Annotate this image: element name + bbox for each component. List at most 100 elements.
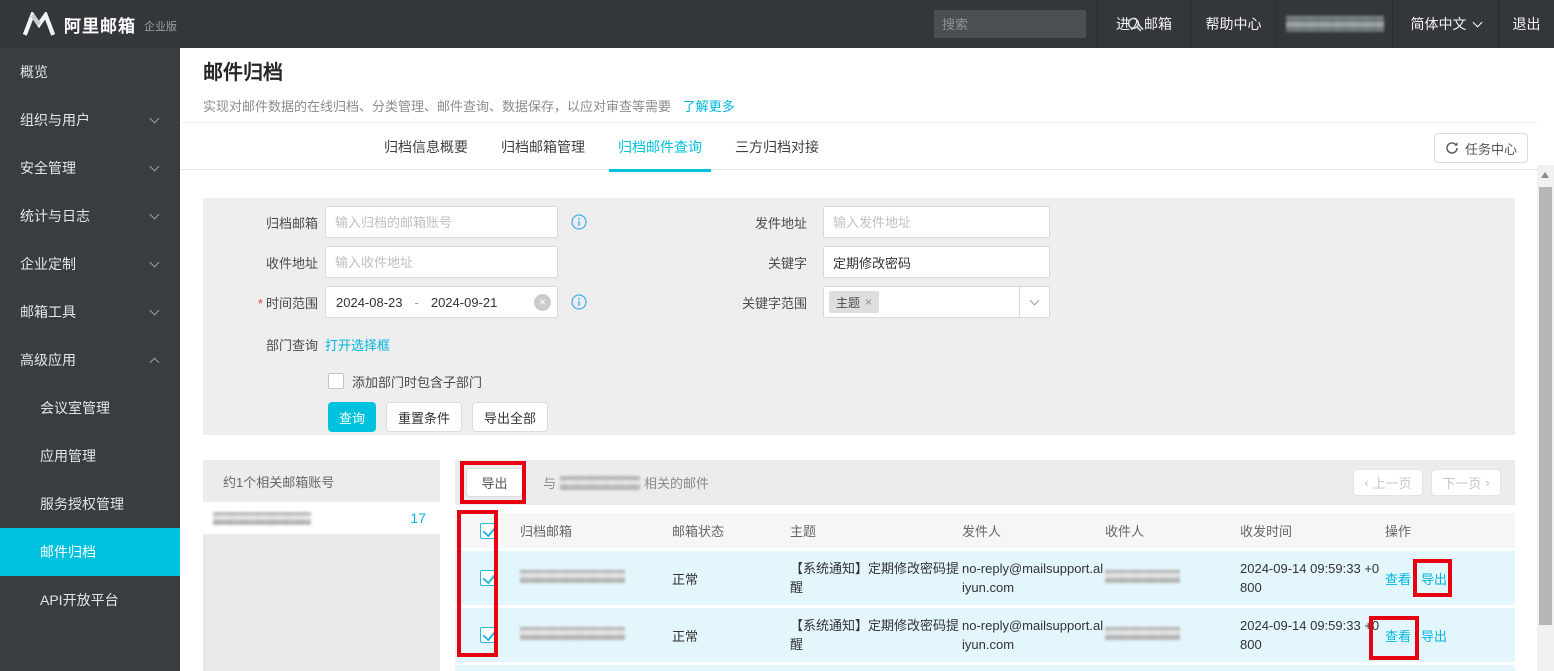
view-link[interactable]: 查看: [1385, 626, 1411, 645]
sidebar-item-service-auth[interactable]: 服务授权管理: [0, 480, 180, 528]
prev-page-button[interactable]: ‹上一页: [1353, 469, 1423, 496]
scrollbar-thumb[interactable]: [1539, 187, 1552, 625]
topbar-search: [934, 10, 1086, 38]
time-separator: -: [415, 295, 419, 310]
include-sub-dept-checkbox[interactable]: [328, 373, 344, 389]
export-link[interactable]: 导出: [1421, 626, 1447, 645]
brand-m-icon: [22, 12, 56, 37]
sidebar-item-security[interactable]: 安全管理: [0, 144, 180, 192]
sidebar-item-meeting-room[interactable]: 会议室管理: [0, 384, 180, 432]
chevron-down-icon: [150, 162, 160, 172]
tabbar: 归档信息概要 归档邮箱管理 归档邮件查询 三方归档对接: [180, 122, 1537, 170]
chevron-up-icon: [150, 357, 160, 367]
language-selector[interactable]: 简体中文: [1392, 0, 1498, 48]
page-description: 实现对邮件数据的在线归档、分类管理、邮件查询、数据保存，以应对审查等需要 了解更…: [203, 96, 735, 115]
chevron-down-icon: [150, 210, 160, 220]
sender-address-input[interactable]: [823, 206, 1050, 238]
sidebar-item-mail-archive[interactable]: 邮件归档: [0, 528, 180, 576]
redacted-account-email: [213, 512, 311, 525]
sidebar-item-app-management[interactable]: 应用管理: [0, 432, 180, 480]
redacted-account-name: [1286, 16, 1384, 32]
select-all-checkbox[interactable]: [480, 523, 496, 539]
sidebar-item-enterprise-custom[interactable]: 企业定制: [0, 240, 180, 288]
export-all-button[interactable]: 导出全部: [472, 402, 548, 432]
mail-archive-admin-page: 阿里邮箱 企业版 进入邮箱 帮助中心 简体中文 退出 概览 组织与用户 安全管理…: [0, 0, 1554, 671]
keyword-input[interactable]: [823, 246, 1050, 278]
redacted-mailbox: [520, 570, 625, 583]
enter-mailbox-button[interactable]: 进入邮箱: [1097, 0, 1190, 48]
tab-archive-info-summary[interactable]: 归档信息概要: [375, 123, 477, 171]
sidebar-item-overview[interactable]: 概览: [0, 48, 180, 96]
required-marker: *: [258, 296, 263, 311]
chevron-down-icon: [1030, 296, 1040, 306]
archive-mailbox-label: 归档邮箱: [203, 213, 318, 232]
table-row-partial: [455, 665, 1515, 671]
brand: 阿里邮箱 企业版: [22, 0, 177, 48]
task-center-button[interactable]: 任务中心: [1434, 133, 1528, 163]
learn-more-link[interactable]: 了解更多: [683, 99, 735, 114]
export-link[interactable]: 导出: [1421, 569, 1447, 588]
row-checkbox[interactable]: [480, 627, 496, 643]
logout-button[interactable]: 退出: [1498, 0, 1554, 48]
chevron-down-icon: [150, 258, 160, 268]
mail-subject: 【系统通知】定期修改密码提醒: [790, 561, 959, 595]
time-range-label: *时间范围: [203, 293, 318, 312]
recipient-address-input[interactable]: [325, 246, 558, 278]
reset-button[interactable]: 重置条件: [386, 402, 462, 432]
topbar-nav: 进入邮箱 帮助中心 简体中文 退出: [1097, 0, 1554, 48]
account-name-redacted[interactable]: [1276, 0, 1392, 48]
sidebar-item-advanced-apps[interactable]: 高级应用: [0, 336, 180, 384]
include-sub-dept-label: 添加部门时包含子部门: [352, 372, 482, 391]
keyword-scope-label: 关键字范围: [587, 293, 807, 312]
page-description-text: 实现对邮件数据的在线归档、分类管理、邮件查询、数据保存，以应对审查等需要: [203, 99, 671, 114]
sidebar-item-mailbox-tools[interactable]: 邮箱工具: [0, 288, 180, 336]
sidebar-item-stats-logs[interactable]: 统计与日志: [0, 192, 180, 240]
open-selector-link[interactable]: 打开选择框: [325, 335, 390, 354]
vertical-scrollbar[interactable]: [1537, 165, 1554, 671]
row-checkbox[interactable]: [480, 570, 496, 586]
account-list-background: [203, 534, 440, 671]
info-icon[interactable]: [571, 214, 587, 230]
scrollbar-up-arrow-icon[interactable]: [1541, 172, 1549, 178]
view-link[interactable]: 查看: [1385, 569, 1411, 588]
mail-subject: 【系统通知】定期修改密码提醒: [790, 618, 959, 652]
chevron-down-icon: [1472, 18, 1482, 28]
filter-panel: 归档邮箱 发件地址 收件地址 关键字 *时间范围 2024-08-23 - 20…: [203, 198, 1515, 435]
col-header-mailbox: 归档邮箱: [520, 521, 672, 540]
col-header-time: 收发时间: [1240, 521, 1385, 540]
keyword-scope-select[interactable]: 主题 ×: [823, 286, 1050, 318]
mail-time: 2024-09-14 09:59:33 +0800: [1240, 561, 1379, 595]
sidebar-item-api-platform[interactable]: API开放平台: [0, 576, 180, 624]
account-list-item[interactable]: 17: [203, 502, 440, 534]
redacted-account-email: [560, 476, 640, 490]
sidebar-item-org-users[interactable]: 组织与用户: [0, 96, 180, 144]
help-center-button[interactable]: 帮助中心: [1190, 0, 1276, 48]
table-header-row: 归档邮箱 邮箱状态 主题 发件人 收件人 收发时间 操作: [455, 513, 1515, 548]
col-header-status: 邮箱状态: [672, 521, 790, 540]
department-query-label: 部门查询: [203, 335, 318, 354]
clear-date-icon[interactable]: ×: [534, 294, 551, 311]
mail-time: 2024-09-14 09:59:33 +0800: [1240, 618, 1379, 652]
tab-third-party-archive[interactable]: 三方归档对接: [726, 123, 828, 171]
scope-tag-subject: 主题 ×: [829, 291, 879, 313]
time-range-picker[interactable]: 2024-08-23 - 2024-09-21 ×: [325, 286, 558, 318]
brand-name: 阿里邮箱: [64, 12, 136, 37]
next-page-button[interactable]: 下一页›: [1431, 469, 1501, 496]
export-selected-button[interactable]: 导出: [466, 468, 523, 497]
select-arrow[interactable]: [1019, 287, 1049, 317]
chevron-down-icon: [150, 114, 160, 124]
page-title: 邮件归档: [203, 56, 283, 85]
tab-archive-mailbox-management[interactable]: 归档邮箱管理: [492, 123, 594, 171]
tag-close-icon[interactable]: ×: [865, 295, 872, 309]
info-icon[interactable]: [571, 294, 587, 310]
mail-sender: no-reply@mailsupport.aliyun.com: [962, 561, 1103, 595]
related-mails-caption: 与 相关的邮件: [543, 473, 709, 492]
query-button[interactable]: 查询: [328, 402, 376, 432]
sender-address-label: 发件地址: [587, 213, 807, 232]
table-row: 正常 【系统通知】定期修改密码提醒 no-reply@mailsupport.a…: [455, 551, 1515, 605]
archive-mailbox-input[interactable]: [325, 206, 558, 238]
tab-archive-mail-query[interactable]: 归档邮件查询: [609, 123, 711, 171]
brand-edition: 企业版: [144, 18, 177, 34]
tabs: 归档信息概要 归档邮箱管理 归档邮件查询 三方归档对接: [375, 123, 843, 171]
time-from-value: 2024-08-23: [336, 295, 403, 310]
